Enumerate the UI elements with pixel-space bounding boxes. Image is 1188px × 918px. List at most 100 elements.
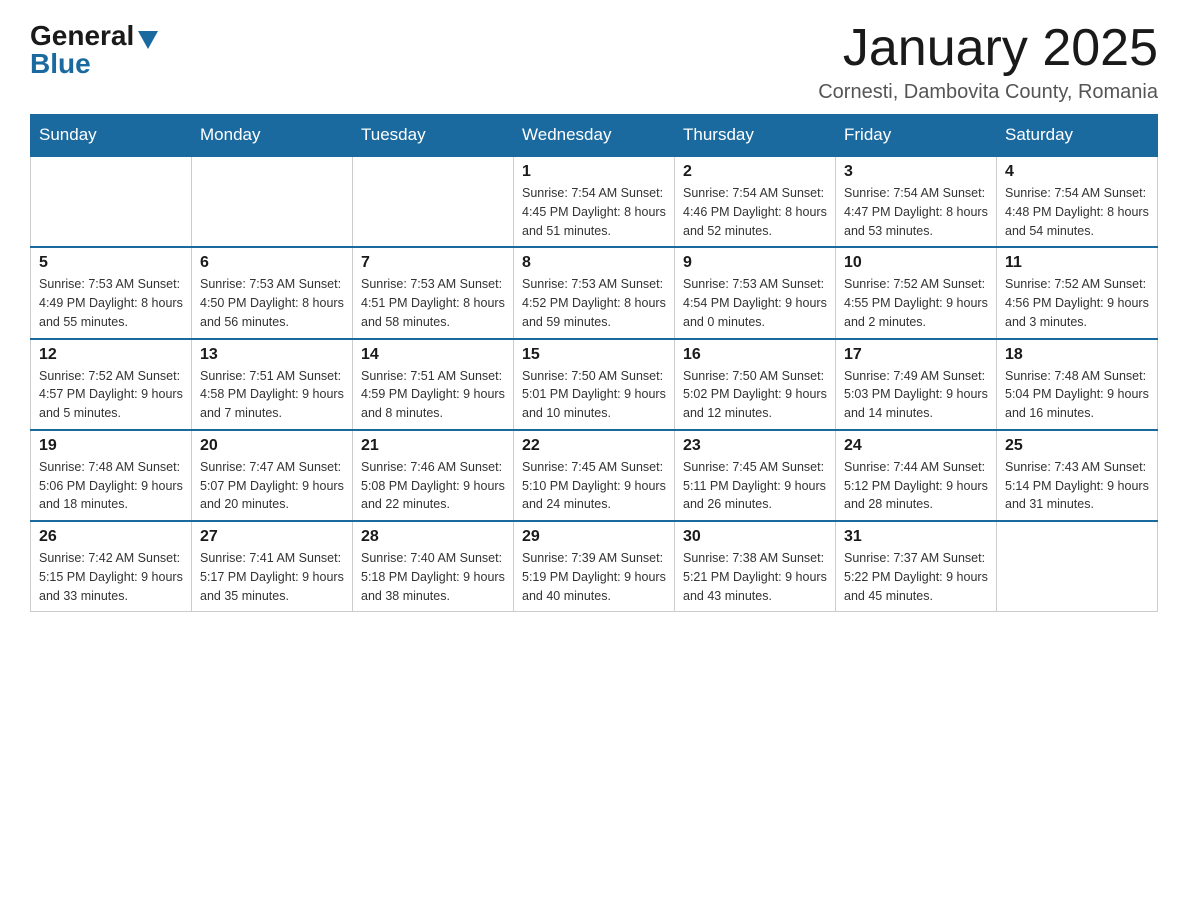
calendar-cell bbox=[353, 156, 514, 247]
calendar-cell: 5 Sunrise: 7:53 AM Sunset: 4:49 PM Daylig… bbox=[31, 247, 192, 338]
calendar-header-wednesday: Wednesday bbox=[514, 115, 675, 157]
calendar-cell: 7Sunrise: 7:53 AM Sunset: 4:51 PM Daylig… bbox=[353, 247, 514, 338]
day-number: 21 bbox=[361, 437, 505, 455]
day-info: Sunrise: 7:38 AM Sunset: 5:21 PM Dayligh… bbox=[683, 549, 827, 605]
day-number: 19 bbox=[39, 437, 183, 455]
calendar-header-thursday: Thursday bbox=[675, 115, 836, 157]
day-number: 2 bbox=[683, 163, 827, 181]
calendar-cell: 2 Sunrise: 7:54 AM Sunset: 4:46 PM Daylig… bbox=[675, 156, 836, 247]
day-number: 28 bbox=[361, 528, 505, 546]
day-number: 25 bbox=[1005, 437, 1149, 455]
week-row-2: 5 Sunrise: 7:53 AM Sunset: 4:49 PM Daylig… bbox=[31, 247, 1158, 338]
day-number: 14 bbox=[361, 346, 505, 364]
day-info: Sunrise: 7:52 AM Sunset: 4:57 PM Dayligh… bbox=[39, 367, 183, 423]
calendar-cell: 15Sunrise: 7:50 AM Sunset: 5:01 PM Dayli… bbox=[514, 339, 675, 430]
week-row-1: 1Sunrise: 7:54 AM Sunset: 4:45 PM Daylig… bbox=[31, 156, 1158, 247]
day-info: Sunrise: 7:40 AM Sunset: 5:18 PM Dayligh… bbox=[361, 549, 505, 605]
calendar-cell: 20 Sunrise: 7:47 AM Sunset: 5:07 PM Dayli… bbox=[192, 430, 353, 521]
day-info: Sunrise: 7:45 AM Sunset: 5:11 PM Dayligh… bbox=[683, 458, 827, 514]
day-number: 23 bbox=[683, 437, 827, 455]
calendar-cell: 23 Sunrise: 7:45 AM Sunset: 5:11 PM Dayli… bbox=[675, 430, 836, 521]
day-info: Sunrise: 7:47 AM Sunset: 5:07 PM Dayligh… bbox=[200, 458, 344, 514]
calendar-cell: 13 Sunrise: 7:51 AM Sunset: 4:58 PM Dayli… bbox=[192, 339, 353, 430]
calendar-cell: 17 Sunrise: 7:49 AM Sunset: 5:03 PM Dayli… bbox=[836, 339, 997, 430]
calendar-cell: 19 Sunrise: 7:48 AM Sunset: 5:06 PM Dayli… bbox=[31, 430, 192, 521]
day-number: 10 bbox=[844, 254, 988, 272]
calendar-cell: 21 Sunrise: 7:46 AM Sunset: 5:08 PM Dayli… bbox=[353, 430, 514, 521]
day-number: 13 bbox=[200, 346, 344, 364]
calendar-header-saturday: Saturday bbox=[997, 115, 1158, 157]
day-info: Sunrise: 7:53 AM Sunset: 4:50 PM Dayligh… bbox=[200, 275, 344, 331]
calendar-header-tuesday: Tuesday bbox=[353, 115, 514, 157]
day-info: Sunrise: 7:37 AM Sunset: 5:22 PM Dayligh… bbox=[844, 549, 988, 605]
day-number: 16 bbox=[683, 346, 827, 364]
day-number: 17 bbox=[844, 346, 988, 364]
calendar-cell: 31 Sunrise: 7:37 AM Sunset: 5:22 PM Dayli… bbox=[836, 521, 997, 612]
calendar-cell: 22Sunrise: 7:45 AM Sunset: 5:10 PM Dayli… bbox=[514, 430, 675, 521]
month-title: January 2025 bbox=[818, 20, 1158, 77]
day-number: 9 bbox=[683, 254, 827, 272]
day-info: Sunrise: 7:49 AM Sunset: 5:03 PM Dayligh… bbox=[844, 367, 988, 423]
day-number: 31 bbox=[844, 528, 988, 546]
calendar-cell: 28 Sunrise: 7:40 AM Sunset: 5:18 PM Dayli… bbox=[353, 521, 514, 612]
calendar-cell: 8Sunrise: 7:53 AM Sunset: 4:52 PM Daylig… bbox=[514, 247, 675, 338]
calendar-cell: 4Sunrise: 7:54 AM Sunset: 4:48 PM Daylig… bbox=[997, 156, 1158, 247]
calendar-cell: 3 Sunrise: 7:54 AM Sunset: 4:47 PM Daylig… bbox=[836, 156, 997, 247]
day-info: Sunrise: 7:54 AM Sunset: 4:48 PM Dayligh… bbox=[1005, 184, 1149, 240]
calendar-cell: 26Sunrise: 7:42 AM Sunset: 5:15 PM Dayli… bbox=[31, 521, 192, 612]
day-number: 5 bbox=[39, 254, 183, 272]
day-number: 20 bbox=[200, 437, 344, 455]
day-number: 24 bbox=[844, 437, 988, 455]
logo-triangle-icon bbox=[138, 31, 158, 49]
calendar-header-monday: Monday bbox=[192, 115, 353, 157]
calendar-cell: 12Sunrise: 7:52 AM Sunset: 4:57 PM Dayli… bbox=[31, 339, 192, 430]
day-number: 29 bbox=[522, 528, 666, 546]
day-info: Sunrise: 7:53 AM Sunset: 4:49 PM Dayligh… bbox=[39, 275, 183, 331]
day-number: 6 bbox=[200, 254, 344, 272]
calendar-header-row: SundayMondayTuesdayWednesdayThursdayFrid… bbox=[31, 115, 1158, 157]
location: Cornesti, Dambovita County, Romania bbox=[818, 81, 1158, 104]
day-info: Sunrise: 7:42 AM Sunset: 5:15 PM Dayligh… bbox=[39, 549, 183, 605]
day-number: 30 bbox=[683, 528, 827, 546]
day-number: 7 bbox=[361, 254, 505, 272]
calendar-cell: 27 Sunrise: 7:41 AM Sunset: 5:17 PM Dayli… bbox=[192, 521, 353, 612]
day-info: Sunrise: 7:54 AM Sunset: 4:46 PM Dayligh… bbox=[683, 184, 827, 240]
logo: General Blue bbox=[30, 20, 158, 80]
calendar: SundayMondayTuesdayWednesdayThursdayFrid… bbox=[30, 114, 1158, 612]
day-number: 15 bbox=[522, 346, 666, 364]
calendar-cell: 14 Sunrise: 7:51 AM Sunset: 4:59 PM Dayli… bbox=[353, 339, 514, 430]
calendar-cell bbox=[192, 156, 353, 247]
calendar-cell: 24 Sunrise: 7:44 AM Sunset: 5:12 PM Dayli… bbox=[836, 430, 997, 521]
day-number: 8 bbox=[522, 254, 666, 272]
day-info: Sunrise: 7:48 AM Sunset: 5:06 PM Dayligh… bbox=[39, 458, 183, 514]
header: General Blue January 2025 Cornesti, Damb… bbox=[30, 20, 1158, 104]
week-row-4: 19 Sunrise: 7:48 AM Sunset: 5:06 PM Dayli… bbox=[31, 430, 1158, 521]
calendar-header-sunday: Sunday bbox=[31, 115, 192, 157]
day-info: Sunrise: 7:54 AM Sunset: 4:45 PM Dayligh… bbox=[522, 184, 666, 240]
day-info: Sunrise: 7:41 AM Sunset: 5:17 PM Dayligh… bbox=[200, 549, 344, 605]
day-info: Sunrise: 7:44 AM Sunset: 5:12 PM Dayligh… bbox=[844, 458, 988, 514]
day-info: Sunrise: 7:52 AM Sunset: 4:55 PM Dayligh… bbox=[844, 275, 988, 331]
day-info: Sunrise: 7:53 AM Sunset: 4:54 PM Dayligh… bbox=[683, 275, 827, 331]
day-number: 27 bbox=[200, 528, 344, 546]
week-row-5: 26Sunrise: 7:42 AM Sunset: 5:15 PM Dayli… bbox=[31, 521, 1158, 612]
calendar-cell: 29 Sunrise: 7:39 AM Sunset: 5:19 PM Dayli… bbox=[514, 521, 675, 612]
day-info: Sunrise: 7:46 AM Sunset: 5:08 PM Dayligh… bbox=[361, 458, 505, 514]
calendar-cell bbox=[31, 156, 192, 247]
day-info: Sunrise: 7:43 AM Sunset: 5:14 PM Dayligh… bbox=[1005, 458, 1149, 514]
calendar-cell: 18 Sunrise: 7:48 AM Sunset: 5:04 PM Dayli… bbox=[997, 339, 1158, 430]
day-info: Sunrise: 7:50 AM Sunset: 5:02 PM Dayligh… bbox=[683, 367, 827, 423]
day-info: Sunrise: 7:54 AM Sunset: 4:47 PM Dayligh… bbox=[844, 184, 988, 240]
calendar-cell bbox=[997, 521, 1158, 612]
day-number: 3 bbox=[844, 163, 988, 181]
day-info: Sunrise: 7:51 AM Sunset: 4:58 PM Dayligh… bbox=[200, 367, 344, 423]
calendar-cell: 11Sunrise: 7:52 AM Sunset: 4:56 PM Dayli… bbox=[997, 247, 1158, 338]
calendar-cell: 9 Sunrise: 7:53 AM Sunset: 4:54 PM Daylig… bbox=[675, 247, 836, 338]
day-number: 22 bbox=[522, 437, 666, 455]
logo-blue-text: Blue bbox=[30, 48, 91, 80]
day-info: Sunrise: 7:39 AM Sunset: 5:19 PM Dayligh… bbox=[522, 549, 666, 605]
day-info: Sunrise: 7:48 AM Sunset: 5:04 PM Dayligh… bbox=[1005, 367, 1149, 423]
day-number: 11 bbox=[1005, 254, 1149, 272]
day-number: 18 bbox=[1005, 346, 1149, 364]
day-info: Sunrise: 7:51 AM Sunset: 4:59 PM Dayligh… bbox=[361, 367, 505, 423]
